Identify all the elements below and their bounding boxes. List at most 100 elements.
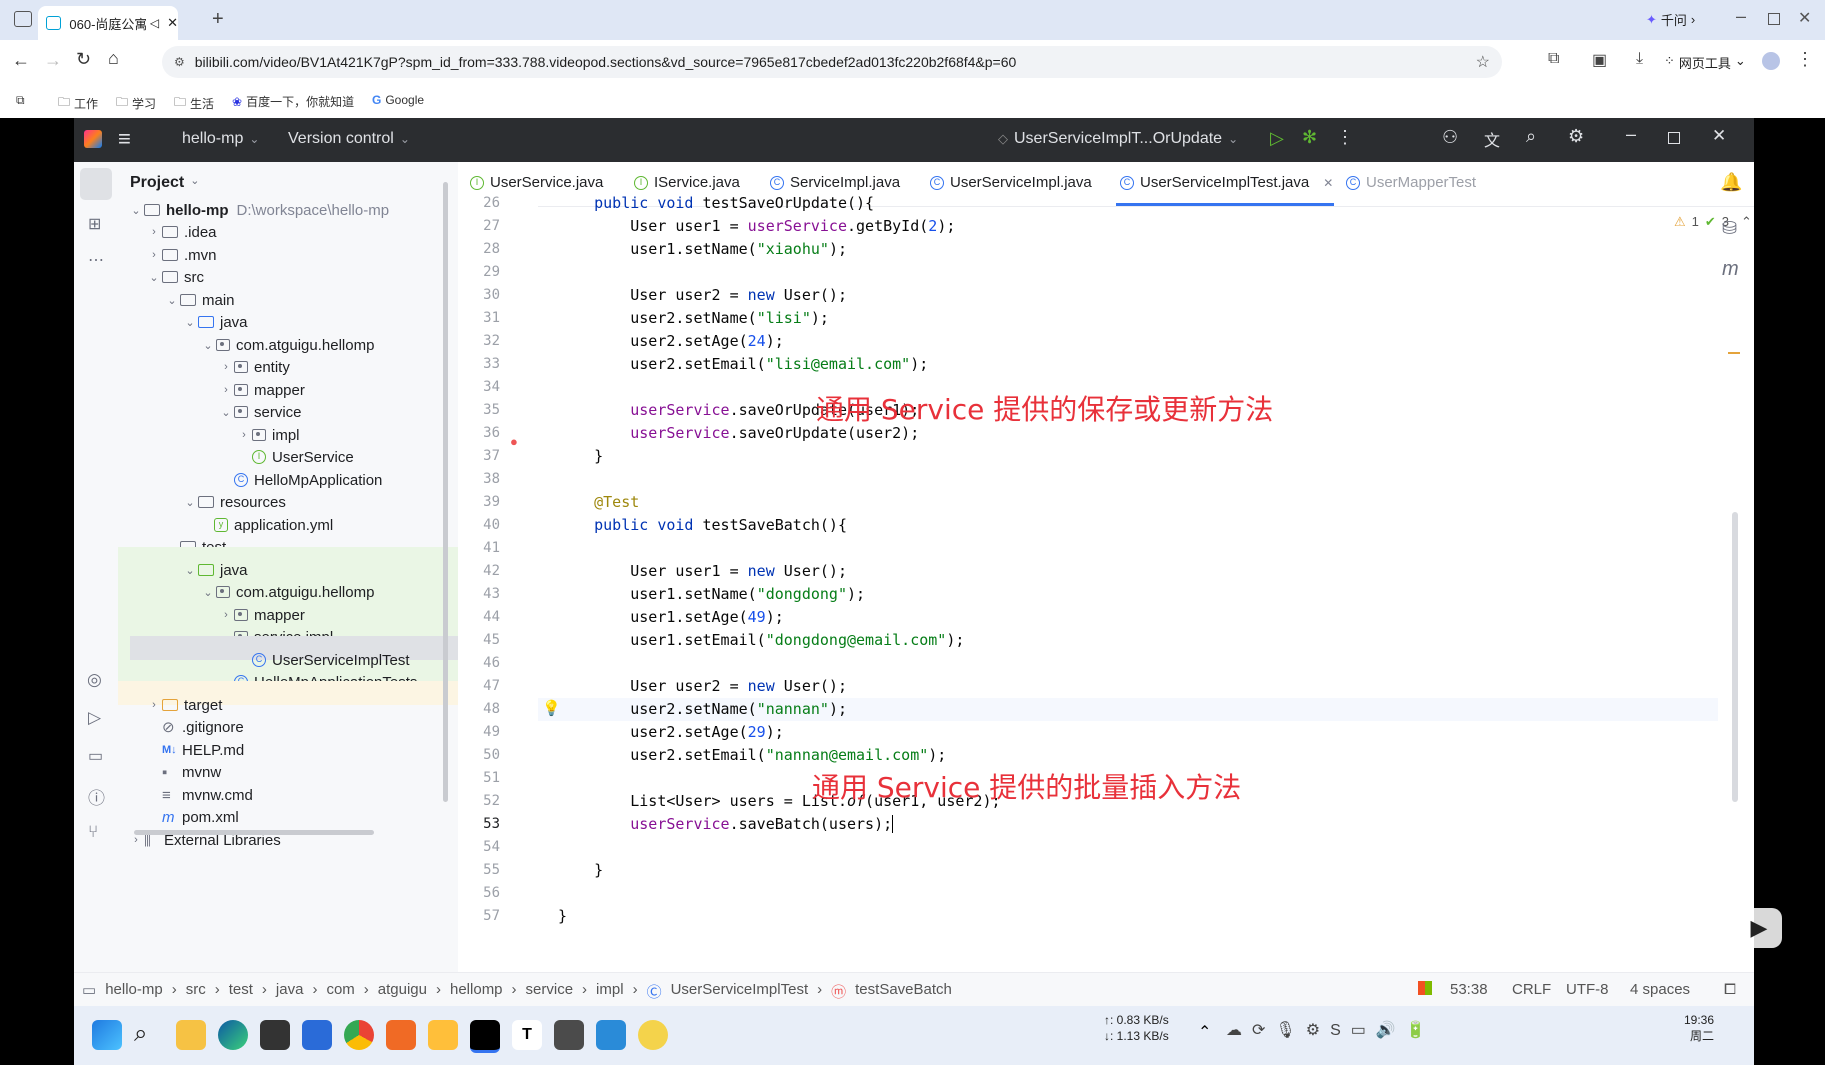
breadcrumb-item[interactable]: hello-mp — [105, 981, 163, 1002]
qianwen-button[interactable]: ✦ 千问 › — [1646, 10, 1695, 29]
bookmark-baidu[interactable]: ❀ 百度一下，你就知道 — [232, 93, 354, 110]
caret-position[interactable]: 53:38 — [1450, 981, 1488, 998]
tree-row[interactable]: › impl — [236, 423, 299, 447]
run-tool-icon[interactable]: ▷ — [88, 708, 101, 728]
close-window-icon[interactable]: ✕ — [1798, 8, 1811, 28]
bookmark-google[interactable]: G Google — [372, 93, 424, 107]
tree-row[interactable]: › mapper — [218, 378, 305, 402]
maven-tool-icon[interactable]: m — [1722, 258, 1739, 281]
more-tools-icon[interactable]: ⋯ — [88, 250, 104, 270]
breadcrumb-item[interactable]: java — [276, 981, 304, 1002]
tree-row-selected[interactable]: C UserServiceImplTest — [252, 648, 410, 672]
bookmark-study[interactable]: 🗀 学习 — [116, 93, 156, 114]
bookmark-work[interactable]: 🗀 工作 — [58, 93, 98, 114]
services-tool-icon[interactable]: ◎ — [87, 670, 102, 690]
breadcrumb-item[interactable]: src — [186, 981, 206, 1002]
editor-scrollbar[interactable] — [1732, 512, 1738, 802]
tree-row[interactable]: ⌄ com.atguigu.hellomp — [200, 580, 374, 604]
mute-icon[interactable]: ◁ — [150, 16, 159, 30]
intellij-icon[interactable] — [470, 1020, 500, 1053]
notifications-bell-icon[interactable]: 🔔 — [1720, 172, 1742, 193]
tray-icons[interactable]: ☁⟳🎙⚙S▭🔊🔋 — [1226, 1020, 1436, 1040]
run-config-selector[interactable]: ◇ UserServiceImplT...OrUpdate ⌄ — [998, 130, 1238, 148]
tree-row[interactable]: M↓ HELP.md — [162, 738, 244, 762]
tree-row[interactable]: ▪ mvnw — [162, 760, 221, 784]
tree-row[interactable]: ⌄ com.atguigu.hellomp — [200, 333, 374, 357]
sublime-icon[interactable] — [554, 1020, 584, 1050]
minimize-window-icon[interactable]: – — [1736, 6, 1746, 27]
reload-icon[interactable]: ↻ — [76, 49, 91, 70]
more-menu-icon[interactable]: ⋮ — [1796, 49, 1814, 70]
tree-row[interactable]: ⌄ resources — [182, 490, 285, 514]
terminal-icon[interactable] — [260, 1020, 290, 1050]
search-icon[interactable]: ⌕ — [1526, 126, 1536, 147]
code-editor[interactable]: public void testSaveOrUpdate(){ User use… — [538, 194, 1718, 972]
settings-icon[interactable]: ⚙ — [1568, 126, 1584, 147]
lock-icon[interactable]: ⧠ — [1724, 981, 1736, 998]
project-switcher[interactable]: hello-mp ⌄ — [182, 130, 259, 148]
download-icon[interactable]: ⤓ — [1636, 50, 1643, 68]
breadcrumb-item[interactable]: com — [326, 981, 354, 1002]
tree-row[interactable]: ≡ mvnw.cmd — [162, 783, 253, 807]
breadcrumb-item[interactable]: test — [229, 981, 253, 1002]
project-tool-icon[interactable] — [80, 168, 112, 200]
tree-row[interactable]: y application.yml — [214, 513, 333, 537]
maximize-window-icon[interactable] — [1768, 13, 1780, 25]
breadcrumb-item[interactable]: testSaveBatch — [855, 981, 952, 1002]
typora-icon[interactable]: T — [512, 1020, 542, 1050]
tree-row[interactable]: › target — [146, 693, 222, 717]
new-tab-button[interactable]: + — [212, 8, 224, 31]
tree-row[interactable]: › mapper — [218, 603, 305, 627]
translate-icon[interactable]: 文 — [1484, 127, 1500, 151]
close-tab-icon[interactable]: ✕ — [1323, 176, 1333, 190]
file-encoding[interactable]: UTF-8 — [1566, 981, 1609, 998]
tree-row[interactable]: › entity — [218, 355, 290, 379]
bookmark-star-icon[interactable]: ☆ — [1476, 52, 1490, 72]
tree-row[interactable]: ⌄ service — [218, 400, 301, 424]
breadcrumb-item[interactable]: service — [526, 981, 574, 1002]
store-icon[interactable] — [302, 1020, 332, 1050]
tree-row[interactable]: C HelloMpApplication — [234, 468, 382, 492]
tab-iservice[interactable]: I IService.java — [634, 174, 740, 191]
debug-icon[interactable]: ✻ — [1302, 127, 1317, 148]
browser-tab-active[interactable]: 060-尚庭公寓 ◁ ✕ — [38, 6, 178, 40]
bookmarks-toggle-icon[interactable]: ⧉ — [16, 93, 25, 108]
tab-userserviceimpltest[interactable]: C UserServiceImplTest.java ✕ — [1120, 174, 1333, 191]
close-tab-icon[interactable]: ✕ — [167, 15, 178, 31]
home-icon[interactable]: ⌂ — [108, 48, 119, 69]
file-explorer-icon[interactable] — [176, 1020, 206, 1050]
run-test-gutter-icon[interactable]: ● — [510, 434, 518, 449]
tab-usermappertest[interactable]: C UserMapperTest — [1346, 174, 1476, 191]
site-info-icon[interactable]: ⚙ — [174, 55, 185, 69]
problems-tool-icon[interactable]: ⓘ — [88, 784, 105, 809]
tree-row[interactable]: ⌄ src — [146, 265, 204, 289]
url-field[interactable]: ⚙ bilibili.com/video/BV1At421K7gP?spm_id… — [162, 46, 1502, 78]
breadcrumb-item[interactable]: impl — [596, 981, 624, 1002]
indent-setting[interactable]: 4 spaces — [1630, 981, 1690, 998]
chrome-icon[interactable] — [344, 1020, 374, 1050]
project-panel-header[interactable]: Project ⌄ — [130, 174, 199, 192]
forward-icon[interactable]: → — [44, 50, 62, 71]
tab-userservice[interactable]: I UserService.java — [470, 174, 603, 191]
structure-tool-icon[interactable]: ⊞ — [88, 214, 101, 234]
code-with-me-icon[interactable]: ⚇ — [1442, 127, 1458, 148]
search-icon[interactable]: ⌕ — [134, 1020, 164, 1050]
video-play-button[interactable]: ▶ — [1736, 908, 1782, 948]
back-icon[interactable]: ← — [12, 50, 30, 71]
tree-row[interactable]: › .mvn — [146, 243, 216, 267]
tab-userserviceimpl[interactable]: C UserServiceImpl.java — [930, 174, 1092, 191]
vcs-menu[interactable]: Version control ⌄ — [288, 130, 410, 148]
line-separator[interactable]: CRLF — [1512, 981, 1551, 998]
breadcrumb-item[interactable]: hellomp — [450, 981, 503, 1002]
app-icon[interactable] — [638, 1020, 668, 1050]
web-tools-button[interactable]: ⁘ 网页工具 ⌄ — [1664, 53, 1746, 72]
more-actions-icon[interactable]: ⋮ — [1336, 127, 1354, 148]
breadcrumb-item[interactable]: atguigu — [378, 981, 427, 1002]
clock[interactable]: 19:36 周二 — [1684, 1012, 1714, 1044]
extensions-icon[interactable]: ⧉ — [1548, 50, 1559, 68]
tree-row[interactable]: ⌄ java — [182, 558, 247, 582]
close-icon[interactable]: ✕ — [1712, 126, 1726, 146]
tree-row[interactable]: ⌄ hello-mp D:\workspace\hello-mp — [128, 198, 389, 222]
tree-row[interactable]: ⌄ main — [164, 288, 234, 312]
tree-row[interactable]: ⊘ .gitignore — [162, 715, 244, 739]
